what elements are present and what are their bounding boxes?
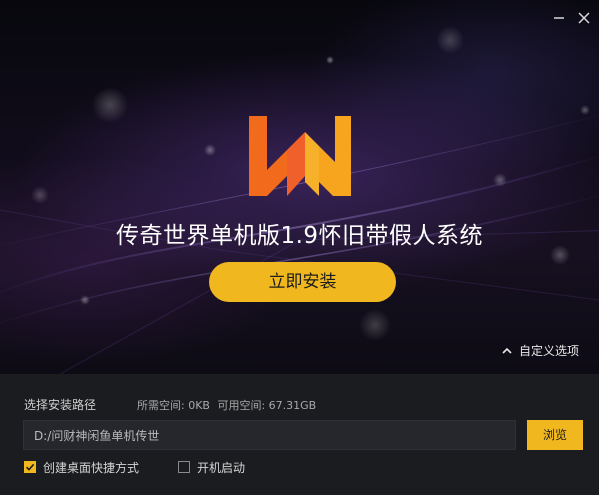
install-path-label: 选择安装路径: [24, 398, 97, 412]
install-options-panel: 选择安装路径 所需空间: 0KB 可用空间: 67.31GB 浏览 创建桌面快捷…: [0, 374, 599, 495]
autostart-label: 开机启动: [197, 460, 246, 475]
app-title: 传奇世界单机版1.9怀旧带假人系统: [115, 223, 484, 249]
space-info: 所需空间: 0KB 可用空间: 67.31GB: [137, 397, 320, 413]
install-path-input[interactable]: [23, 420, 516, 450]
hero-banner: 传奇世界单机版1.9怀旧带假人系统 立即安装 自定义选项: [0, 0, 599, 374]
install-now-button[interactable]: 立即安装: [209, 262, 396, 302]
checkmark-icon: [25, 463, 35, 471]
minimize-icon: [554, 17, 564, 19]
autostart-checkbox[interactable]: [178, 461, 190, 473]
browse-button[interactable]: 浏览: [527, 420, 583, 450]
minimize-button[interactable]: [549, 8, 569, 28]
desktop-shortcut-option[interactable]: 创建桌面快捷方式: [24, 459, 139, 475]
required-space: 所需空间: 0KB: [137, 399, 210, 412]
autostart-option[interactable]: 开机启动: [178, 459, 245, 475]
custom-options-label: 自定义选项: [519, 344, 580, 358]
installer-window: 传奇世界单机版1.9怀旧带假人系统 立即安装 自定义选项 选择安装路径 所需空间…: [0, 0, 599, 495]
chevron-up-icon: [502, 347, 512, 354]
close-button[interactable]: [574, 8, 594, 28]
available-space: 可用空间: 67.31GB: [217, 399, 317, 412]
close-icon: [578, 12, 590, 24]
custom-options-toggle[interactable]: 自定义选项: [501, 342, 579, 360]
wn-logo: [249, 116, 351, 196]
desktop-shortcut-checkbox[interactable]: [24, 461, 36, 473]
desktop-shortcut-label: 创建桌面快捷方式: [43, 460, 140, 475]
